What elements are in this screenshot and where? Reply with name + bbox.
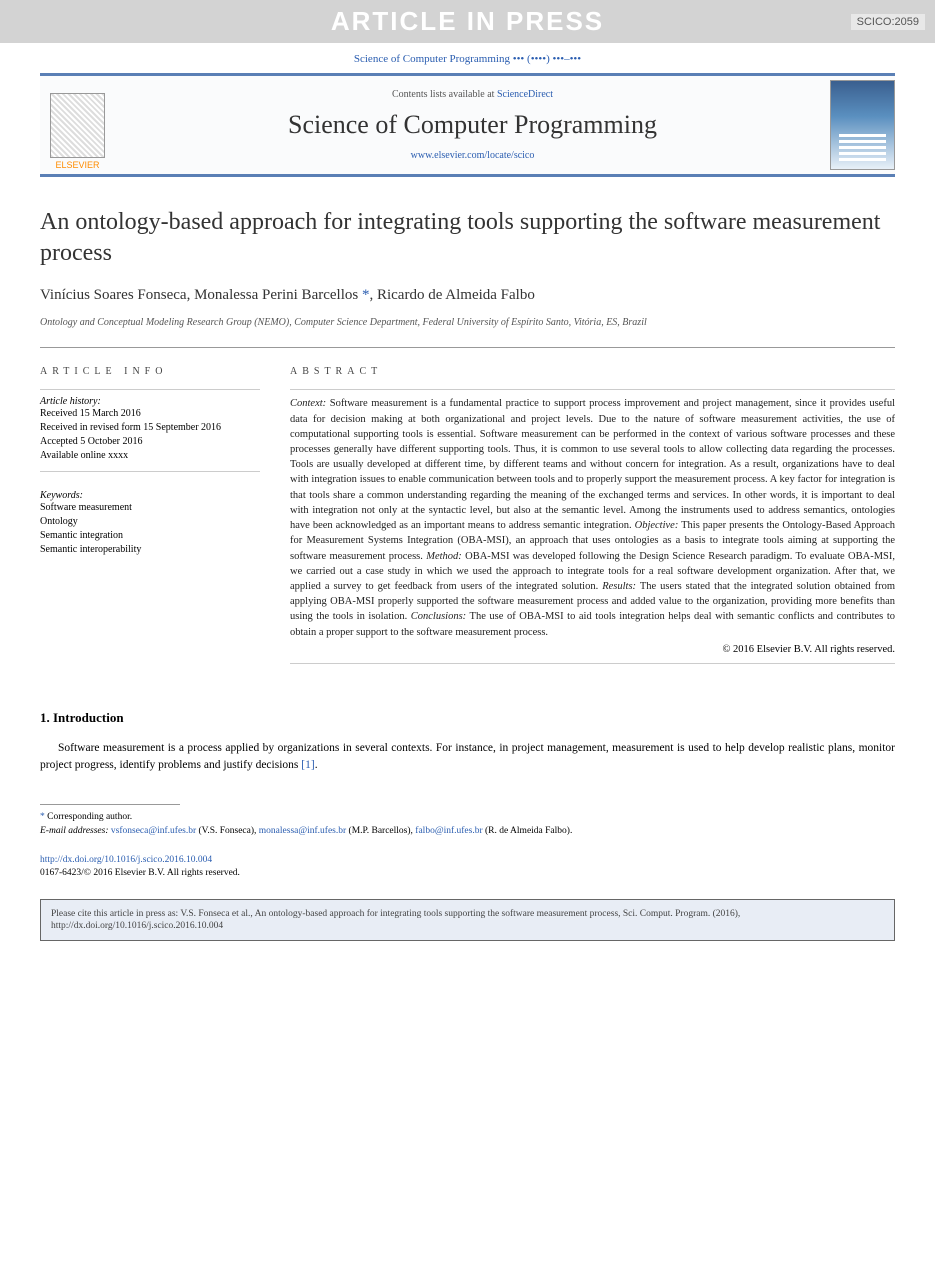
email-link-1[interactable]: vsfonseca@inf.ufes.br <box>111 826 196 836</box>
affiliation: Ontology and Conceptual Modeling Researc… <box>40 316 895 329</box>
author-list: Vinícius Soares Fonseca, Monalessa Perin… <box>40 287 895 304</box>
abstract-column: ABSTRACT Context: Software measurement i… <box>290 366 895 670</box>
sciencedirect-link[interactable]: ScienceDirect <box>497 89 553 100</box>
journal-name: Science of Computer Programming <box>127 110 818 140</box>
elsevier-logo[interactable]: ELSEVIER <box>40 80 115 170</box>
header-center: Contents lists available at ScienceDirec… <box>127 89 818 161</box>
doi-link[interactable]: http://dx.doi.org/10.1016/j.scico.2016.1… <box>40 854 895 867</box>
divider <box>290 663 895 664</box>
article-history-label: Article history: <box>40 396 260 407</box>
divider <box>40 389 260 390</box>
results-label: Results: <box>602 581 636 592</box>
keyword: Semantic integration <box>40 529 260 543</box>
author-1[interactable]: Vinícius Soares Fonseca <box>40 287 187 303</box>
divider <box>290 389 895 390</box>
received-date: Received 15 March 2016 <box>40 407 260 421</box>
article-id-tag: SCICO:2059 <box>851 14 925 30</box>
journal-cover-thumbnail[interactable] <box>830 80 895 170</box>
article-info-label: ARTICLE INFO <box>40 366 260 377</box>
elsevier-label: ELSEVIER <box>55 160 99 170</box>
method-label: Method: <box>426 551 462 562</box>
corresponding-author-footnote: * Corresponding author. <box>40 811 895 824</box>
citation-ref-1[interactable]: [1] <box>301 759 314 771</box>
accepted-date: Accepted 5 October 2016 <box>40 435 260 449</box>
elsevier-tree-icon <box>50 93 105 158</box>
keyword: Software measurement <box>40 501 260 515</box>
objective-label: Objective: <box>635 520 679 531</box>
article-in-press-banner: ARTICLE IN PRESS SCICO:2059 <box>0 0 935 43</box>
article-title: An ontology-based approach for integrati… <box>40 207 895 269</box>
abstract-label: ABSTRACT <box>290 366 895 377</box>
author-2[interactable]: Monalessa Perini Barcellos <box>194 287 358 303</box>
doi-block: http://dx.doi.org/10.1016/j.scico.2016.1… <box>40 854 895 881</box>
author-3[interactable]: Ricardo de Almeida Falbo <box>377 287 535 303</box>
divider <box>40 471 260 472</box>
banner-text: ARTICLE IN PRESS <box>331 6 604 36</box>
issn-copyright-line: 0167-6423/© 2016 Elsevier B.V. All right… <box>40 867 895 880</box>
conclusions-label: Conclusions: <box>411 611 466 622</box>
context-label: Context: <box>290 398 326 409</box>
corresponding-author-star-icon: * <box>358 287 369 303</box>
footnote-separator <box>40 804 180 805</box>
citation-box: Please cite this article in press as: V.… <box>40 899 895 942</box>
abstract-copyright: © 2016 Elsevier B.V. All rights reserved… <box>290 644 895 655</box>
introduction-paragraph: Software measurement is a process applie… <box>40 740 895 775</box>
keyword: Ontology <box>40 515 260 529</box>
email-link-2[interactable]: monalessa@inf.ufes.br <box>259 826 346 836</box>
revised-date: Received in revised form 15 September 20… <box>40 421 260 435</box>
journal-reference-line: Science of Computer Programming ••• (•••… <box>0 43 935 73</box>
info-abstract-row: ARTICLE INFO Article history: Received 1… <box>40 366 895 670</box>
journal-url-link[interactable]: www.elsevier.com/locate/scico <box>127 150 818 161</box>
email-link-3[interactable]: falbo@inf.ufes.br <box>415 826 482 836</box>
star-icon: * <box>40 812 45 822</box>
article-info-column: ARTICLE INFO Article history: Received 1… <box>40 366 260 670</box>
contents-available-line: Contents lists available at ScienceDirec… <box>127 89 818 100</box>
abstract-text: Context: Software measurement is a funda… <box>290 396 895 640</box>
section-heading-introduction: 1. Introduction <box>40 710 895 726</box>
online-date: Available online xxxx <box>40 449 260 463</box>
journal-header-box: ELSEVIER Contents lists available at Sci… <box>40 73 895 177</box>
divider <box>40 347 895 348</box>
email-addresses-footnote: E-mail addresses: vsfonseca@inf.ufes.br … <box>40 825 895 838</box>
keyword: Semantic interoperability <box>40 543 260 557</box>
keywords-label: Keywords: <box>40 490 260 501</box>
